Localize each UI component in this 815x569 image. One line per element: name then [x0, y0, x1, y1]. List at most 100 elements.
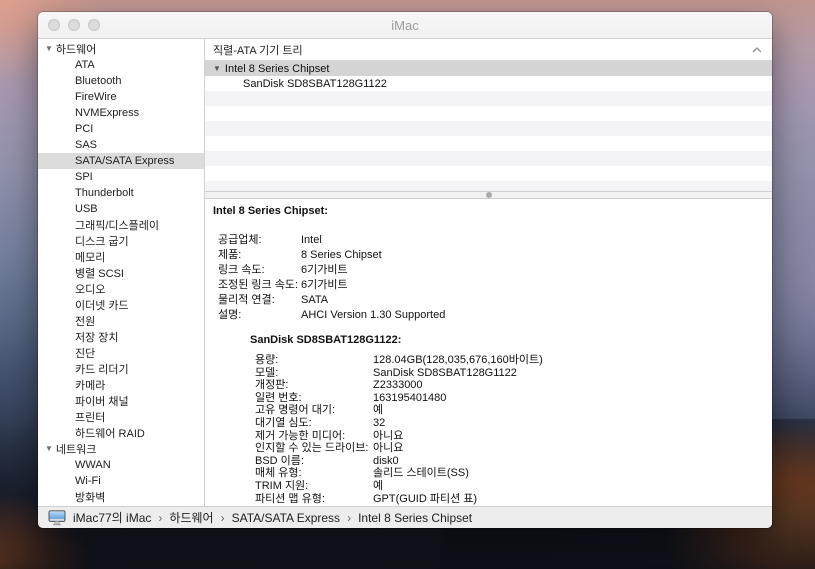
sidebar-item[interactable]: 카드 리더기 — [38, 361, 204, 377]
screen: iMac 하드웨어 ATA Bluetooth FireWire — [0, 0, 815, 569]
zoom-button[interactable] — [88, 19, 100, 31]
detail-kv-row: 물리적 연결: SATA — [218, 293, 764, 308]
disclosure-triangle-icon[interactable] — [45, 445, 53, 453]
detail-kv-value: 128.04GB(128,035,676,160바이트) — [373, 354, 764, 367]
sidebar-item[interactable]: 오디오 — [38, 281, 204, 297]
splitter-handle-icon — [486, 192, 492, 198]
detail-kv-value: 예 — [373, 480, 764, 493]
sidebar-item-label: WWAN — [75, 459, 111, 471]
sidebar-item[interactable]: 프린터 — [38, 409, 204, 425]
sidebar-item[interactable]: Bluetooth — [38, 73, 204, 89]
breadcrumb-separator: › — [221, 511, 225, 525]
detail-kv-list: 용량: 128.04GB(128,035,676,160바이트) 모델: San… — [255, 354, 764, 505]
sidebar-item[interactable]: USB — [38, 201, 204, 217]
device-tree-row[interactable]: Intel 8 Series Chipset — [205, 61, 772, 76]
detail-kv-value: AHCI Version 1.30 Supported — [301, 308, 764, 323]
detail-kv-value: 163195401480 — [373, 392, 764, 405]
device-tree-header[interactable]: 직렬-ATA 기기 트리 — [205, 39, 772, 61]
sidebar-item[interactable]: 방화벽 — [38, 489, 204, 505]
sidebar-item-label: 병렬 SCSI — [75, 265, 124, 281]
sidebar-item-label: 오디오 — [75, 281, 105, 297]
sidebar-item[interactable]: PCI — [38, 121, 204, 137]
detail-kv-row: 제거 가능한 미디어: 아니요 — [255, 430, 764, 443]
breadcrumb-label: Intel 8 Series Chipset — [358, 511, 472, 525]
sidebar-item-label: 하드웨어 RAID — [75, 425, 145, 441]
detail-kv-label: 용량: — [255, 354, 373, 367]
sidebar-item-label: 프린터 — [75, 409, 105, 425]
breadcrumb: iMac77의 iMac › 하드웨어 › SATA/SATA Express … — [73, 509, 472, 526]
detail-kv-label: 인지할 수 있는 드라이브: — [255, 442, 373, 455]
detail-kv-value: 솔리드 스테이트(SS) — [373, 467, 764, 480]
detail-kv-value: 예 — [373, 404, 764, 417]
sidebar-item[interactable]: WWAN — [38, 457, 204, 473]
detail-kv-row: 개정판: Z2333000 — [255, 379, 764, 392]
sidebar-item[interactable]: ATA — [38, 57, 204, 73]
computer-icon — [48, 510, 66, 526]
device-tree-row[interactable]: SanDisk SD8SBAT128G1122 — [205, 76, 772, 91]
sidebar-item-label: Bluetooth — [75, 75, 121, 87]
detail-kv-row: 모델: SanDisk SD8SBAT128G1122 — [255, 367, 764, 380]
category-sidebar[interactable]: 하드웨어 ATA Bluetooth FireWire NVMExpress — [38, 39, 205, 506]
breadcrumb-label: iMac77의 iMac — [73, 509, 151, 526]
sidebar-item-label: FireWire — [75, 91, 117, 103]
breadcrumb-separator: › — [347, 511, 351, 525]
detail-section-heading: SanDisk SD8SBAT128G1122: — [250, 333, 764, 348]
device-tree-row-label: SanDisk SD8SBAT128G1122 — [243, 78, 387, 90]
detail-kv-value: 32 — [373, 417, 764, 430]
disclosure-triangle-icon[interactable] — [45, 45, 53, 53]
system-information-window: iMac 하드웨어 ATA Bluetooth FireWire — [38, 12, 772, 528]
detail-kv-label: 물리적 연결: — [218, 293, 301, 308]
sidebar-item[interactable]: 그래픽/디스플레이 — [38, 217, 204, 233]
sidebar-item[interactable]: Wi-Fi — [38, 473, 204, 489]
detail-kv-label: 제거 가능한 미디어: — [255, 430, 373, 443]
sidebar-item[interactable]: 하드웨어 — [38, 41, 204, 57]
sidebar-item[interactable]: NVMExpress — [38, 105, 204, 121]
sidebar-item[interactable]: 네트워크 — [38, 441, 204, 457]
chevron-up-icon[interactable] — [752, 47, 762, 53]
sidebar-item[interactable]: 병렬 SCSI — [38, 265, 204, 281]
sidebar-item[interactable]: 전원 — [38, 313, 204, 329]
window-titlebar[interactable]: iMac — [38, 12, 772, 39]
sidebar-item[interactable]: 파이버 채널 — [38, 393, 204, 409]
sidebar-item-label: PCI — [75, 123, 93, 135]
sidebar-item-label: Thunderbolt — [75, 187, 134, 199]
sidebar-item[interactable]: SATA/SATA Express — [38, 153, 204, 169]
detail-kv-label: 설명: — [218, 308, 301, 323]
detail-kv-value: Z2333000 — [373, 379, 764, 392]
sidebar-item-label: 방화벽 — [75, 489, 105, 505]
pane-splitter[interactable] — [205, 191, 772, 199]
close-button[interactable] — [48, 19, 60, 31]
sidebar-item[interactable]: SPI — [38, 169, 204, 185]
device-tree-rows: Intel 8 Series Chipset SanDisk SD8SBAT12… — [205, 61, 772, 91]
sidebar-item-label: 하드웨어 — [56, 41, 96, 57]
detail-kv-row: BSD 이름: disk0 — [255, 455, 764, 468]
disclosure-triangle-icon[interactable] — [213, 65, 221, 73]
sidebar-item[interactable]: Thunderbolt — [38, 185, 204, 201]
minimize-button[interactable] — [68, 19, 80, 31]
sidebar-item[interactable]: 진단 — [38, 345, 204, 361]
detail-kv-value: GPT(GUID 파티션 표) — [373, 493, 764, 506]
detail-kv-label: 조정된 링크 속도: — [218, 278, 301, 293]
sidebar-item[interactable]: 하드웨어 RAID — [38, 425, 204, 441]
sidebar-item[interactable]: 이더넷 카드 — [38, 297, 204, 313]
detail-section-chipset: Intel 8 Series Chipset: 공급업체: Intel 제품: … — [213, 204, 764, 323]
sidebar-item[interactable]: 카메라 — [38, 377, 204, 393]
sidebar-item[interactable]: 저장 장치 — [38, 329, 204, 345]
device-tree: Intel 8 Series Chipset SanDisk SD8SBAT12… — [205, 61, 772, 191]
detail-kv-row: 설명: AHCI Version 1.30 Supported — [218, 308, 764, 323]
detail-kv-row: 고유 명령어 대기: 예 — [255, 404, 764, 417]
detail-kv-row: 제품: 8 Series Chipset — [218, 248, 764, 263]
sidebar-item-label: 카메라 — [75, 377, 105, 393]
sidebar-item-label: SPI — [75, 171, 93, 183]
sidebar-item[interactable]: 메모리 — [38, 249, 204, 265]
sidebar-item[interactable]: 디스크 굽기 — [38, 233, 204, 249]
sidebar-item[interactable]: SAS — [38, 137, 204, 153]
breadcrumb-label: 하드웨어 — [169, 509, 213, 526]
detail-kv-label: 공급업체: — [218, 233, 301, 248]
breadcrumb-segment: › Intel 8 Series Chipset — [347, 509, 472, 526]
detail-kv-label: BSD 이름: — [255, 455, 373, 468]
detail-panel[interactable]: Intel 8 Series Chipset: 공급업체: Intel 제품: … — [205, 199, 772, 506]
sidebar-item[interactable]: FireWire — [38, 89, 204, 105]
sidebar-item-label: 이더넷 카드 — [75, 297, 129, 313]
detail-kv-label: 모델: — [255, 367, 373, 380]
